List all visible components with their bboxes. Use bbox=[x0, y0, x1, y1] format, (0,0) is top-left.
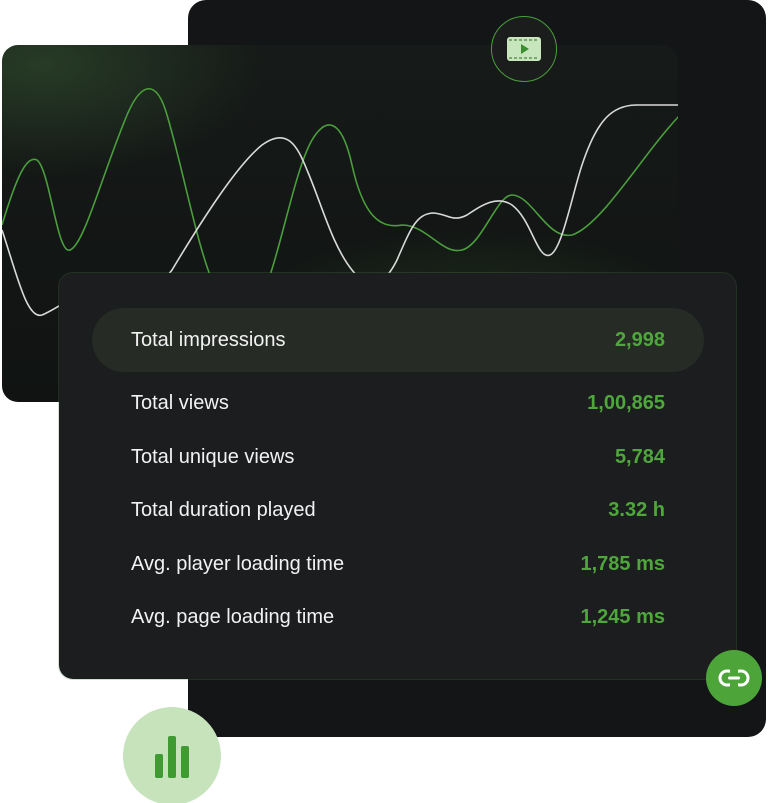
video-badge bbox=[491, 16, 557, 82]
stat-value: 1,785 ms bbox=[580, 552, 665, 575]
stat-label: Total duration played bbox=[131, 498, 316, 521]
stat-label: Total unique views bbox=[131, 445, 295, 468]
bar-chart-icon bbox=[155, 736, 189, 778]
bar-chart-badge bbox=[123, 707, 221, 803]
analytics-illustration: Total impressions 2,998 Total views 1,00… bbox=[0, 0, 768, 803]
stat-value: 3.32 h bbox=[608, 498, 665, 521]
stat-value: 5,784 bbox=[614, 445, 665, 468]
stat-label: Total impressions bbox=[131, 328, 286, 351]
stat-row-impressions: Total impressions 2,998 bbox=[92, 308, 704, 372]
video-play-icon bbox=[507, 37, 541, 61]
link-icon bbox=[718, 668, 750, 688]
stat-value: 1,245 ms bbox=[580, 605, 665, 628]
stat-label: Total views bbox=[131, 391, 229, 414]
stat-row-page-loading: Avg. page loading time 1,245 ms bbox=[92, 585, 704, 649]
stats-card: Total impressions 2,998 Total views 1,00… bbox=[59, 273, 736, 679]
stat-value: 1,00,865 bbox=[587, 391, 665, 414]
copy-link-button[interactable] bbox=[706, 650, 762, 706]
stat-value: 2,998 bbox=[614, 328, 665, 351]
stat-label: Avg. page loading time bbox=[131, 605, 335, 628]
stat-label: Avg. player loading time bbox=[131, 552, 345, 575]
